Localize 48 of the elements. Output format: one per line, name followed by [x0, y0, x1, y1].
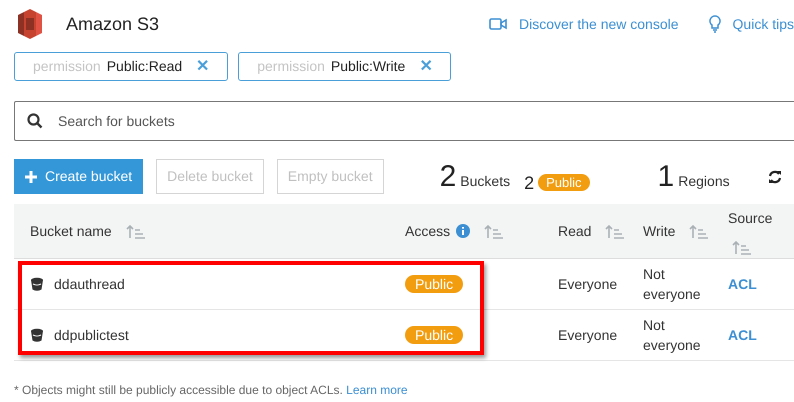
sort-icon[interactable] — [484, 223, 504, 239]
create-button[interactable]: Create bucket — [14, 159, 144, 194]
region-count: 1 — [658, 162, 674, 192]
search-icon — [27, 113, 43, 129]
source-link[interactable]: ACL — [728, 326, 757, 342]
table-cell-text: Not everyone — [643, 316, 702, 355]
column-header[interactable]: Source — [728, 208, 772, 228]
lightbulb-icon — [708, 15, 721, 33]
search-field[interactable]: Search for buckets — [14, 101, 794, 141]
filter-key: permission — [33, 56, 101, 77]
footnote: * Objects might still be publicly accessible due to object ACLs. Learn more — [14, 382, 409, 399]
refresh-icon[interactable] — [768, 170, 782, 184]
source-link[interactable]: ACL — [728, 276, 757, 292]
bucket-icon — [30, 328, 44, 342]
access-badge: Public — [405, 274, 464, 292]
bucket-name[interactable]: ddpublictest — [54, 324, 129, 346]
bucket-icon — [30, 277, 44, 291]
column-header[interactable]: Bucket name — [30, 220, 112, 242]
table-cell: Everyone — [558, 276, 618, 292]
column-header[interactable]: Write — [643, 220, 676, 242]
table-cell: Everyone — [558, 326, 618, 342]
count-label: Buckets — [460, 172, 510, 190]
filter-value: Public:Read — [106, 57, 182, 76]
header-link[interactable]: Discover the new console — [489, 14, 679, 34]
video-camera-icon — [489, 17, 507, 31]
sort-icon[interactable] — [126, 223, 146, 239]
column-header[interactable]: Read — [558, 220, 592, 242]
filter-key: permission — [257, 56, 325, 77]
info-icon — [456, 224, 470, 238]
filter-value: Public:Write — [330, 57, 406, 76]
header-link[interactable]: Quick tips — [708, 14, 794, 34]
sort-icon[interactable] — [732, 238, 752, 254]
learn-more-link[interactable]: Learn more — [346, 383, 408, 397]
count-label: Regions — [678, 172, 730, 191]
public-count: 2 — [524, 174, 534, 192]
remove-filter-button[interactable]: ✕ — [419, 58, 432, 74]
table-cell-text: Not everyone — [643, 265, 702, 304]
remove-filter-button[interactable]: ✕ — [196, 58, 210, 74]
bucket-count: 2 — [440, 162, 456, 192]
public-badge: Public — [538, 174, 590, 190]
bucket-name[interactable]: ddauthread — [54, 274, 125, 294]
sort-icon[interactable] — [605, 223, 626, 239]
access-badge: Public — [405, 326, 464, 344]
column-header[interactable]: Access — [405, 220, 450, 242]
sort-icon[interactable] — [689, 223, 710, 239]
s3-bucket-logo-icon — [18, 9, 42, 39]
plus-icon — [25, 170, 37, 182]
app-title: Amazon S3 — [66, 12, 160, 36]
